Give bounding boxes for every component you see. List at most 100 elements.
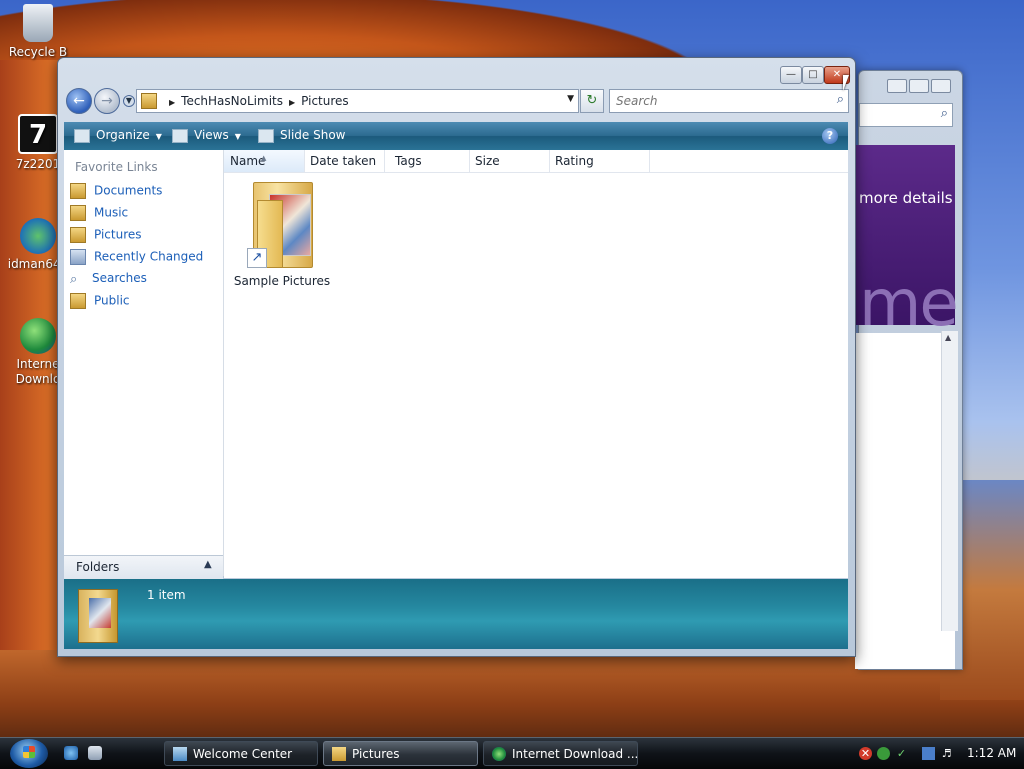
maximize-icon: □: [808, 69, 818, 80]
search-box[interactable]: ⌕: [609, 89, 849, 113]
welcome-banner-text: me: [859, 267, 959, 341]
internet-explorer-icon[interactable]: [64, 746, 78, 760]
search-icon: ⌕: [70, 271, 78, 287]
more-details-link[interactable]: more details: [859, 189, 953, 207]
taskbar-item-pictures[interactable]: Pictures: [323, 741, 478, 766]
organize-button[interactable]: Organize ▼: [74, 128, 162, 143]
close-icon[interactable]: [931, 79, 951, 93]
desktop-icon-recycle-bin[interactable]: Recycle B: [0, 4, 76, 60]
column-header-size[interactable]: Size: [469, 150, 550, 172]
scrollbar[interactable]: ▲: [941, 331, 958, 631]
shortcut-arrow-icon: ↗: [247, 248, 267, 268]
installer-icon: [20, 218, 56, 254]
navigation-pane: Favorite Links Documents Music Pictures …: [64, 150, 224, 576]
folder-icon: [141, 93, 157, 109]
taskbar: Welcome Center Pictures Internet Downloa…: [0, 737, 1024, 769]
favorite-link-public[interactable]: Public: [70, 293, 130, 313]
seven-zip-icon: 7: [18, 114, 58, 154]
scroll-up-icon[interactable]: ▲: [945, 333, 951, 342]
favorite-link-pictures[interactable]: Pictures: [70, 227, 142, 247]
search-input[interactable]: [614, 92, 818, 110]
taskbar-item-welcome-center[interactable]: Welcome Center: [164, 741, 318, 766]
help-button[interactable]: ?: [822, 128, 838, 144]
breadcrumb: ▶ TechHasNoLimits ▶ Pictures: [163, 94, 349, 108]
column-header-rating[interactable]: Rating: [549, 150, 650, 172]
address-bar[interactable]: ▶ TechHasNoLimits ▶ Pictures ▼: [136, 89, 579, 113]
favorite-links-header: Favorite Links: [75, 160, 158, 174]
favorite-link-documents[interactable]: Documents: [70, 183, 162, 203]
item-label: Sample Pictures: [233, 274, 331, 288]
item-count: 1 item: [147, 588, 186, 602]
column-headers: ▲ Name Date taken Tags Size Rating: [224, 150, 848, 173]
views-button[interactable]: Views ▼: [172, 128, 241, 143]
volume-icon[interactable]: ♬: [940, 747, 953, 760]
minimize-icon: —: [786, 69, 796, 80]
organize-icon: [74, 128, 90, 143]
column-header-date-taken[interactable]: Date taken: [304, 150, 385, 172]
arrow-right-icon: →: [101, 93, 113, 109]
slide-show-button[interactable]: Slide Show: [258, 128, 345, 143]
refresh-icon: ↻: [586, 93, 598, 108]
refresh-button[interactable]: ↻: [580, 89, 604, 113]
window-controls: [887, 79, 951, 96]
maximize-button[interactable]: □: [802, 66, 824, 84]
sort-ascending-icon: ▲: [261, 154, 267, 162]
search-icon[interactable]: ⌕: [837, 92, 844, 107]
maximize-icon[interactable]: [909, 79, 929, 93]
recycle-bin-icon: [23, 4, 53, 42]
views-icon: [172, 128, 188, 143]
chevron-down-icon: ▼: [125, 96, 133, 105]
switch-windows-icon[interactable]: [88, 746, 102, 760]
welcome-center-window[interactable]: ⌕ more details me ▲: [855, 70, 963, 670]
download-manager-tray-icon[interactable]: [877, 747, 890, 760]
chevron-right-icon[interactable]: ▶: [169, 98, 175, 107]
mouse-cursor-icon: [843, 75, 849, 91]
start-button[interactable]: [10, 739, 48, 768]
chevron-down-icon: ▼: [155, 132, 162, 141]
slideshow-icon: [258, 128, 274, 143]
breadcrumb-techhasnolimits[interactable]: TechHasNoLimits: [181, 94, 283, 108]
chevron-up-icon: ▲: [204, 559, 212, 570]
minimize-icon[interactable]: [887, 79, 907, 93]
arrow-left-icon: ←: [73, 93, 85, 109]
folders-label: Folders: [76, 560, 120, 574]
checkmark-icon[interactable]: ✓: [895, 747, 908, 760]
explorer-window-pictures[interactable]: — □ ✕ ← → ▼ ▶ TechHasNoLimits ▶ Pictures ▼ …: [57, 57, 856, 657]
network-icon[interactable]: [922, 747, 935, 760]
welcome-center-icon: [173, 747, 187, 761]
welcome-content-area: [855, 333, 955, 669]
chevron-down-icon: ▼: [234, 132, 241, 141]
favorite-link-searches[interactable]: ⌕ Searches: [70, 271, 147, 291]
column-header-name[interactable]: ▲ Name: [224, 150, 305, 172]
documents-folder-icon: [70, 183, 86, 199]
list-item-sample-pictures[interactable]: ↗ Sample Pictures: [232, 180, 332, 288]
security-alert-icon[interactable]: ✕: [859, 747, 872, 760]
folder-thumbnail-icon: [78, 589, 118, 643]
folder-shortcut-icon: ↗: [247, 180, 317, 270]
search-icon: ⌕: [940, 106, 948, 121]
globe-download-icon: [20, 318, 56, 354]
back-button[interactable]: ←: [66, 88, 92, 114]
photo-thumbnail: [89, 598, 111, 628]
forward-button[interactable]: →: [94, 88, 120, 114]
file-list: ▲ Name Date taken Tags Size Rating ↗ Samp…: [224, 150, 848, 578]
welcome-search-box[interactable]: ⌕: [859, 103, 953, 127]
favorite-link-music[interactable]: Music: [70, 205, 128, 225]
taskbar-item-internet-download[interactable]: Internet Download ...: [483, 741, 638, 766]
folder-icon: [332, 747, 346, 761]
folders-toggle[interactable]: Folders ▲: [64, 555, 223, 579]
favorite-link-recently-changed[interactable]: Recently Changed: [70, 249, 203, 269]
recent-pages-dropdown[interactable]: ▼: [123, 95, 135, 107]
minimize-button[interactable]: —: [780, 66, 802, 84]
music-folder-icon: [70, 205, 86, 221]
windows-logo-icon: [23, 746, 35, 758]
public-folder-icon: [70, 293, 86, 309]
address-history-dropdown[interactable]: ▼: [567, 94, 574, 104]
breadcrumb-pictures[interactable]: Pictures: [301, 94, 349, 108]
help-icon: ?: [826, 129, 834, 142]
chevron-right-icon[interactable]: ▶: [289, 98, 295, 107]
column-header-tags[interactable]: Tags: [389, 150, 470, 172]
close-icon: ✕: [832, 69, 842, 80]
clock[interactable]: 1:12 AM: [967, 746, 1016, 760]
command-toolbar: Organize ▼ Views ▼ Slide Show ?: [64, 122, 848, 150]
